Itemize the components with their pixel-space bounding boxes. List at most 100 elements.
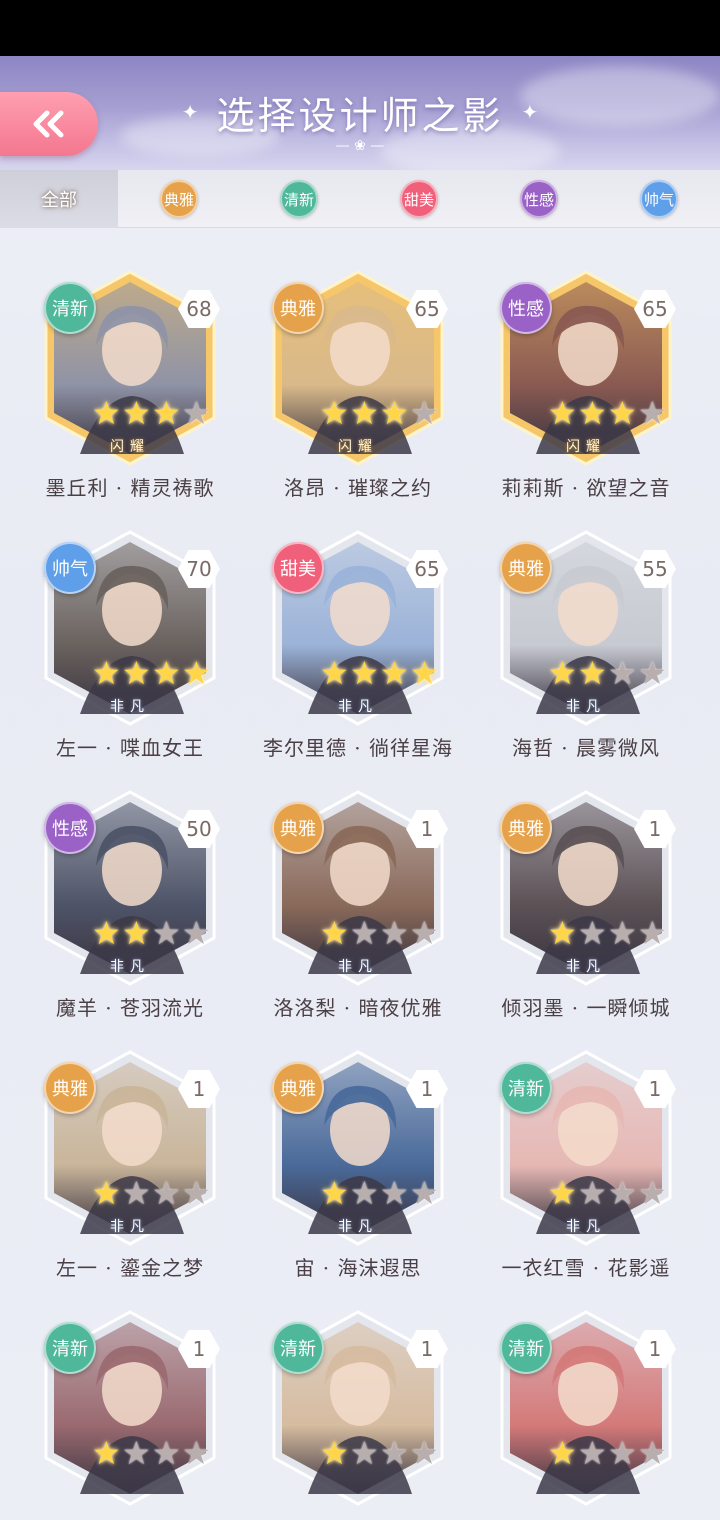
filter-tab-label: 全部 — [41, 190, 77, 211]
rarity-banner: 闪耀 — [338, 439, 378, 455]
title-bar: ✦ 选择设计师之影 ✦ — [0, 84, 720, 140]
star-icon: ★ — [578, 394, 607, 432]
designer-name: 洛洛梨 · 暗夜优雅 — [273, 996, 443, 1020]
filter-tab-3[interactable]: 甜美 — [360, 170, 478, 228]
star-rating: ★ ★ ★ ★ — [320, 1174, 450, 1214]
category-badge: 典雅 — [272, 802, 324, 854]
star-icon: ★ — [638, 394, 667, 432]
status-bar — [0, 0, 720, 56]
star-icon: ★ — [638, 1174, 667, 1212]
rarity-banner: 非凡 — [566, 1219, 606, 1235]
category-badge: 清新 — [500, 1062, 552, 1114]
star-icon: ★ — [548, 1434, 577, 1472]
category-badge: 典雅 — [272, 282, 324, 334]
star-icon: ★ — [152, 1434, 181, 1472]
star-icon: ★ — [608, 394, 637, 432]
category-badge: 性感 — [44, 802, 96, 854]
designer-name: 倾羽墨 · 一瞬倾城 — [501, 996, 671, 1020]
star-rating: ★ ★ ★ ★ — [320, 1434, 450, 1474]
filter-tab-1[interactable]: 典雅 — [120, 170, 238, 228]
designer-card[interactable]: 非凡 ★ ★ ★ ★ 典雅 55 海哲 · 晨雾微风 — [456, 500, 684, 760]
star-icon: ★ — [122, 1434, 151, 1472]
category-badge: 典雅 — [272, 1062, 324, 1114]
star-icon: ★ — [350, 1174, 379, 1212]
star-icon: ★ — [410, 394, 439, 432]
star-rating: ★ ★ ★ ★ — [548, 1434, 678, 1474]
star-icon: ★ — [320, 1174, 349, 1212]
star-icon: ★ — [152, 654, 181, 692]
back-button[interactable] — [0, 92, 98, 156]
star-icon: ★ — [182, 654, 211, 692]
star-icon: ★ — [122, 394, 151, 432]
designer-card[interactable]: ★ ★ ★ ★ 清新 1 — [228, 1280, 456, 1520]
category-badge: 典雅 — [500, 802, 552, 854]
star-icon: ★ — [380, 914, 409, 952]
designer-card[interactable]: 闪耀 ★ ★ ★ ★ 典雅 65 洛昂 · 璀璨之约 — [228, 240, 456, 500]
star-icon: ★ — [380, 1174, 409, 1212]
filter-tab-label: 性感 — [520, 180, 558, 218]
designer-card[interactable]: 闪耀 ★ ★ ★ ★ 性感 65 莉莉斯 · 欲望之音 — [456, 240, 684, 500]
double-chevron-left-icon — [33, 110, 64, 138]
star-rating: ★ ★ ★ ★ — [92, 654, 222, 694]
star-rating: ★ ★ ★ ★ — [320, 914, 450, 954]
star-rating: ★ ★ ★ ★ — [548, 914, 678, 954]
page-title: 选择设计师之影 — [216, 93, 504, 138]
filter-tab-2[interactable]: 清新 — [240, 170, 358, 228]
designer-card[interactable]: 非凡 ★ ★ ★ ★ 性感 50 魔羊 · 苍羽流光 — [0, 760, 228, 1020]
designer-name: 洛昂 · 璀璨之约 — [283, 476, 433, 500]
designer-card[interactable]: 非凡 ★ ★ ★ ★ 典雅 1 洛洛梨 · 暗夜优雅 — [228, 760, 456, 1020]
filter-tab-label: 帅气 — [640, 180, 678, 218]
designer-card[interactable]: ★ ★ ★ ★ 清新 1 — [0, 1280, 228, 1520]
designer-card[interactable]: 非凡 ★ ★ ★ ★ 典雅 1 左一 · 鎏金之梦 — [0, 1020, 228, 1280]
designer-card[interactable]: 非凡 ★ ★ ★ ★ 清新 1 一衣红雪 · 花影遥 — [456, 1020, 684, 1280]
filter-tab-label: 甜美 — [400, 180, 438, 218]
star-icon: ★ — [638, 1434, 667, 1472]
star-icon: ★ — [182, 1174, 211, 1212]
star-icon: ★ — [92, 654, 121, 692]
star-icon: ★ — [380, 394, 409, 432]
star-icon: ★ — [548, 654, 577, 692]
designer-card[interactable]: 非凡 ★ ★ ★ ★ 甜美 65 李尔里德 · 徜徉星海 — [228, 500, 456, 760]
category-badge: 清新 — [500, 1322, 552, 1374]
star-icon: ★ — [320, 914, 349, 952]
category-badge: 典雅 — [44, 1062, 96, 1114]
star-icon: ★ — [638, 914, 667, 952]
star-rating: ★ ★ ★ ★ — [92, 917, 222, 954]
star-rating: ★ ★ ★ ★ — [92, 1174, 222, 1214]
star-icon: ★ — [152, 394, 181, 432]
filter-tab-5[interactable]: 帅气 — [600, 170, 718, 228]
star-rating: ★ ★ ★ ★ — [548, 654, 678, 694]
star-icon: ★ — [122, 654, 151, 692]
designer-card[interactable]: 闪耀 ★ ★ ★ ★ 清新 68 墨丘利 · 精灵祷歌 — [0, 240, 228, 500]
star-icon: ★ — [350, 394, 379, 432]
rarity-banner: 非凡 — [338, 699, 378, 715]
category-badge: 清新 — [272, 1322, 324, 1374]
star-icon: ★ — [608, 1434, 637, 1472]
filter-bar: 全部 典雅 清新 甜美 性感 帅气 — [0, 170, 720, 228]
star-icon: ★ — [410, 914, 439, 952]
category-badge: 清新 — [44, 282, 96, 334]
filter-tab-0[interactable]: 全部 — [0, 170, 118, 228]
category-badge: 清新 — [44, 1322, 96, 1374]
star-icon: ★ — [320, 394, 349, 432]
star-rating: ★ ★ ★ ★ — [92, 394, 222, 434]
star-rating: ★ ★ ★ ★ — [320, 657, 450, 694]
designer-name: 李尔里德 · 徜徉星海 — [262, 736, 454, 760]
star-icon: ★ — [350, 914, 379, 952]
star-icon: ★ — [152, 1174, 181, 1212]
designer-card[interactable]: 非凡 ★ ★ ★ ★ 典雅 1 倾羽墨 · 一瞬倾城 — [456, 760, 684, 1020]
designer-name: 魔羊 · 苍羽流光 — [55, 996, 205, 1020]
filter-tab-4[interactable]: 性感 — [480, 170, 598, 228]
rarity-banner: 非凡 — [110, 1219, 150, 1235]
rarity-banner: 非凡 — [566, 959, 606, 975]
star-icon: ★ — [92, 1434, 121, 1472]
star-icon: ★ — [410, 1174, 439, 1212]
star-icon: ★ — [608, 1174, 637, 1212]
star-icon: ★ — [320, 1434, 349, 1472]
designer-card[interactable]: 非凡 ★ ★ ★ ★ 典雅 1 宙 · 海沫遐思 — [228, 1020, 456, 1280]
star-icon: ★ — [122, 1174, 151, 1212]
designer-card[interactable]: 非凡 ★ ★ ★ ★ 帅气 70 左一 · 喋血女王 — [0, 500, 228, 760]
designer-name: 左一 · 鎏金之梦 — [55, 1256, 205, 1280]
star-icon: ★ — [548, 914, 577, 952]
designer-card[interactable]: ★ ★ ★ ★ 清新 1 — [456, 1280, 684, 1520]
